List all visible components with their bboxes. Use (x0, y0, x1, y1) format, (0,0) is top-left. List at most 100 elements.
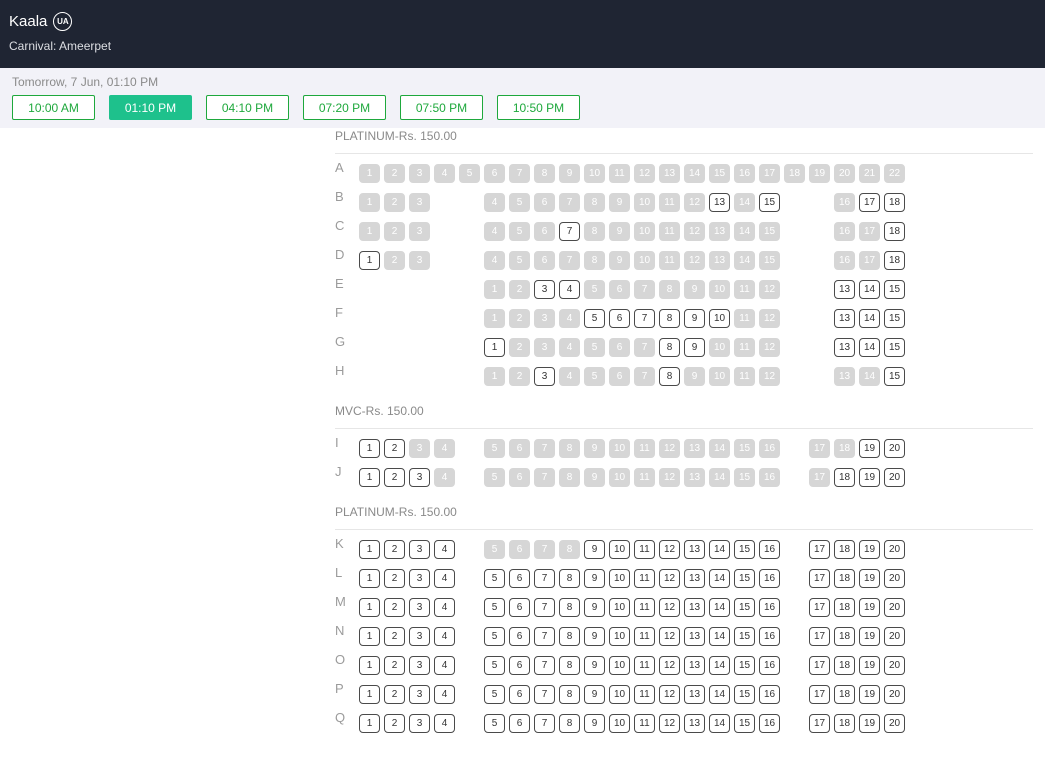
seat-available[interactable]: 1 (359, 439, 380, 458)
seat-available[interactable]: 10 (609, 714, 630, 733)
seat-available[interactable]: 4 (434, 714, 455, 733)
seat-available[interactable]: 2 (384, 598, 405, 617)
seat-available[interactable]: 6 (509, 714, 530, 733)
seat-available[interactable]: 15 (884, 338, 905, 357)
seat-available[interactable]: 16 (759, 656, 780, 675)
seat-available[interactable]: 10 (609, 598, 630, 617)
seat-available[interactable]: 6 (509, 685, 530, 704)
seat-available[interactable]: 12 (659, 685, 680, 704)
seat-available[interactable]: 19 (859, 685, 880, 704)
showtime-button[interactable]: 10:00 AM (12, 95, 95, 120)
seat-available[interactable]: 19 (859, 439, 880, 458)
seat-available[interactable]: 1 (359, 627, 380, 646)
seat-available[interactable]: 19 (859, 468, 880, 487)
seat-available[interactable]: 10 (709, 309, 730, 328)
seat-available[interactable]: 2 (384, 569, 405, 588)
seat-available[interactable]: 8 (559, 656, 580, 675)
seat-available[interactable]: 12 (659, 598, 680, 617)
seat-available[interactable]: 2 (384, 656, 405, 675)
seat-available[interactable]: 17 (809, 714, 830, 733)
seat-available[interactable]: 2 (384, 714, 405, 733)
seat-available[interactable]: 3 (409, 627, 430, 646)
seat-available[interactable]: 3 (409, 714, 430, 733)
seat-available[interactable]: 12 (659, 569, 680, 588)
seat-available[interactable]: 9 (584, 598, 605, 617)
seat-available[interactable]: 14 (859, 309, 880, 328)
seat-available[interactable]: 18 (834, 656, 855, 675)
seat-available[interactable]: 15 (734, 598, 755, 617)
seat-available[interactable]: 18 (884, 222, 905, 241)
seat-available[interactable]: 2 (384, 685, 405, 704)
seat-available[interactable]: 4 (434, 540, 455, 559)
seat-available[interactable]: 13 (684, 627, 705, 646)
seat-available[interactable]: 2 (384, 627, 405, 646)
seat-available[interactable]: 14 (859, 338, 880, 357)
seat-available[interactable]: 15 (734, 540, 755, 559)
seat-available[interactable]: 1 (359, 251, 380, 270)
seat-available[interactable]: 5 (484, 685, 505, 704)
seat-available[interactable]: 19 (859, 714, 880, 733)
seat-available[interactable]: 16 (759, 685, 780, 704)
seat-available[interactable]: 7 (534, 685, 555, 704)
seat-available[interactable]: 15 (734, 656, 755, 675)
seat-available[interactable]: 20 (884, 468, 905, 487)
seat-available[interactable]: 19 (859, 569, 880, 588)
seat-available[interactable]: 6 (609, 309, 630, 328)
seat-available[interactable]: 14 (709, 685, 730, 704)
seat-available[interactable]: 1 (359, 569, 380, 588)
seat-available[interactable]: 5 (484, 569, 505, 588)
seat-available[interactable]: 4 (559, 280, 580, 299)
seat-available[interactable]: 19 (859, 627, 880, 646)
seat-available[interactable]: 4 (434, 598, 455, 617)
seat-available[interactable]: 20 (884, 540, 905, 559)
seat-available[interactable]: 9 (584, 685, 605, 704)
seat-available[interactable]: 20 (884, 598, 905, 617)
seat-available[interactable]: 5 (484, 656, 505, 675)
seat-available[interactable]: 7 (534, 627, 555, 646)
seat-available[interactable]: 8 (559, 569, 580, 588)
seat-available[interactable]: 14 (709, 627, 730, 646)
seat-available[interactable]: 13 (684, 569, 705, 588)
seat-available[interactable]: 12 (659, 627, 680, 646)
seat-available[interactable]: 17 (809, 685, 830, 704)
seat-available[interactable]: 10 (609, 569, 630, 588)
seat-available[interactable]: 15 (884, 280, 905, 299)
seat-available[interactable]: 15 (734, 569, 755, 588)
seat-available[interactable]: 7 (534, 714, 555, 733)
seat-available[interactable]: 17 (809, 540, 830, 559)
seat-available[interactable]: 18 (834, 598, 855, 617)
seat-available[interactable]: 9 (584, 627, 605, 646)
seat-available[interactable]: 14 (709, 569, 730, 588)
seat-available[interactable]: 13 (684, 685, 705, 704)
seat-available[interactable]: 17 (809, 598, 830, 617)
seat-available[interactable]: 20 (884, 656, 905, 675)
seat-available[interactable]: 15 (884, 309, 905, 328)
showtime-button[interactable]: 07:20 PM (303, 95, 386, 120)
seat-available[interactable]: 13 (834, 280, 855, 299)
seat-available[interactable]: 4 (434, 685, 455, 704)
seat-available[interactable]: 6 (509, 569, 530, 588)
seat-available[interactable]: 8 (559, 714, 580, 733)
seat-available[interactable]: 18 (834, 685, 855, 704)
showtime-button[interactable]: 04:10 PM (206, 95, 289, 120)
showtime-button[interactable]: 07:50 PM (400, 95, 483, 120)
seat-available[interactable]: 3 (409, 540, 430, 559)
seat-available[interactable]: 5 (584, 309, 605, 328)
seat-available[interactable]: 14 (709, 656, 730, 675)
seat-available[interactable]: 13 (684, 714, 705, 733)
seat-available[interactable]: 14 (709, 714, 730, 733)
seat-available[interactable]: 16 (759, 598, 780, 617)
seat-available[interactable]: 11 (634, 569, 655, 588)
seat-available[interactable]: 17 (859, 193, 880, 212)
seat-available[interactable]: 19 (859, 540, 880, 559)
seat-available[interactable]: 9 (584, 656, 605, 675)
seat-available[interactable]: 9 (584, 714, 605, 733)
seat-available[interactable]: 5 (484, 598, 505, 617)
seat-available[interactable]: 12 (659, 656, 680, 675)
seat-available[interactable]: 11 (634, 540, 655, 559)
seat-available[interactable]: 18 (834, 468, 855, 487)
seat-available[interactable]: 8 (559, 627, 580, 646)
seat-available[interactable]: 6 (509, 598, 530, 617)
seat-available[interactable]: 14 (709, 540, 730, 559)
seat-available[interactable]: 11 (634, 685, 655, 704)
